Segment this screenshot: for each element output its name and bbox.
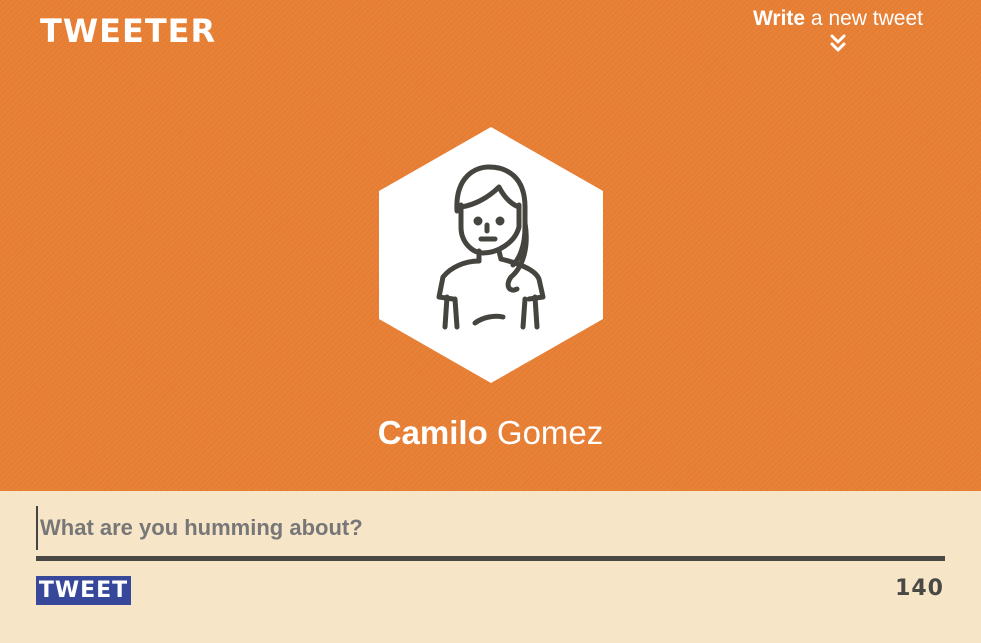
tweet-input[interactable] bbox=[36, 506, 945, 550]
double-chevron-down-icon bbox=[830, 34, 846, 52]
app-logo[interactable]: TWEETER bbox=[40, 12, 216, 50]
profile-header: TWEETER Write a new tweet Camilo Gomez bbox=[0, 0, 981, 491]
write-new-tweet-link[interactable]: Write a new tweet bbox=[753, 7, 923, 55]
character-counter: 140 bbox=[895, 576, 944, 601]
user-last-name: Gomez bbox=[496, 414, 604, 451]
tweet-button[interactable]: TWEET bbox=[36, 576, 131, 605]
user-name: Camilo Gomez bbox=[0, 414, 981, 452]
write-link-bold: Write bbox=[752, 7, 806, 30]
user-first-name: Camilo bbox=[377, 414, 488, 451]
input-underline bbox=[36, 556, 945, 561]
write-link-rest: a new tweet bbox=[805, 7, 923, 30]
woman-avatar-icon bbox=[379, 127, 603, 383]
tweet-composer: TWEET 140 bbox=[0, 491, 981, 643]
avatar bbox=[379, 127, 603, 383]
